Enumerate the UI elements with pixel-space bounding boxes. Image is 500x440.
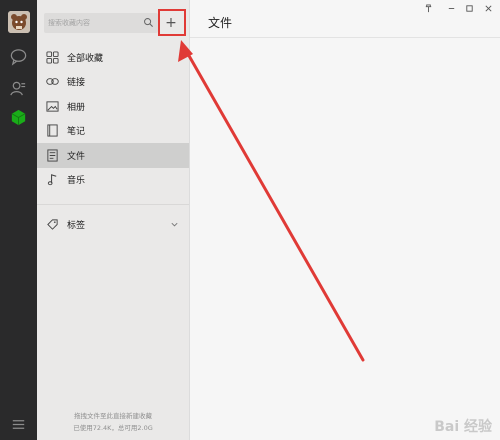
storage-footer: 拖拽文件至此直接新建收藏 已使用72.4K，总可用2.0G <box>37 410 189 434</box>
favorites-nav: 全部收藏 链接 相册 笔记 文件 音乐 <box>37 45 189 192</box>
note-icon <box>46 124 59 137</box>
chevron-down-icon[interactable] <box>170 220 179 229</box>
nav-item-label: 音乐 <box>67 176 86 187</box>
nav-item-links[interactable]: 链接 <box>37 70 189 95</box>
nav-item-label: 相册 <box>67 102 86 113</box>
minimize-icon[interactable] <box>445 2 457 14</box>
content-area: 文件 <box>190 0 500 440</box>
favorites-panel: + 全部收藏 链接 相册 笔记 <box>37 0 190 440</box>
storage-usage-text: 已使用72.4K，总可用2.0G <box>73 424 153 432</box>
divider <box>190 37 500 38</box>
avatar[interactable] <box>8 11 30 33</box>
search-icon[interactable] <box>143 17 154 28</box>
watermark: Bai 经验 <box>434 419 492 435</box>
music-icon <box>46 173 59 186</box>
maximize-icon[interactable] <box>463 2 475 14</box>
nav-item-all[interactable]: 全部收藏 <box>37 45 189 70</box>
annotation-highlight-box <box>158 9 186 36</box>
tags-label: 标签 <box>67 220 86 231</box>
file-icon <box>46 149 59 162</box>
nav-item-label: 文件 <box>67 151 86 162</box>
drop-hint-text: 拖拽文件至此直接新建收藏 <box>74 412 152 420</box>
search-input[interactable] <box>44 13 140 33</box>
nav-item-notes[interactable]: 笔记 <box>37 119 189 144</box>
contacts-icon[interactable] <box>9 79 28 98</box>
nav-item-label: 全部收藏 <box>67 53 104 64</box>
divider <box>37 204 189 205</box>
close-icon[interactable] <box>482 2 494 14</box>
left-rail <box>0 0 37 440</box>
nav-item-label: 链接 <box>67 78 86 89</box>
image-icon <box>46 100 59 113</box>
search-box <box>44 13 158 33</box>
favorites-cube-icon[interactable] <box>9 108 28 127</box>
nav-item-music[interactable]: 音乐 <box>37 168 189 193</box>
menu-icon[interactable] <box>9 415 28 434</box>
nav-item-label: 笔记 <box>67 127 86 138</box>
chat-icon[interactable] <box>9 47 28 66</box>
nav-item-files[interactable]: 文件 <box>37 143 189 168</box>
pin-icon[interactable] <box>422 2 434 14</box>
tag-icon <box>46 218 59 231</box>
grid-icon <box>46 51 59 64</box>
link-icon <box>46 75 59 88</box>
page-title: 文件 <box>208 16 233 30</box>
nav-item-tags[interactable]: 标签 <box>37 212 189 236</box>
nav-item-album[interactable]: 相册 <box>37 94 189 119</box>
